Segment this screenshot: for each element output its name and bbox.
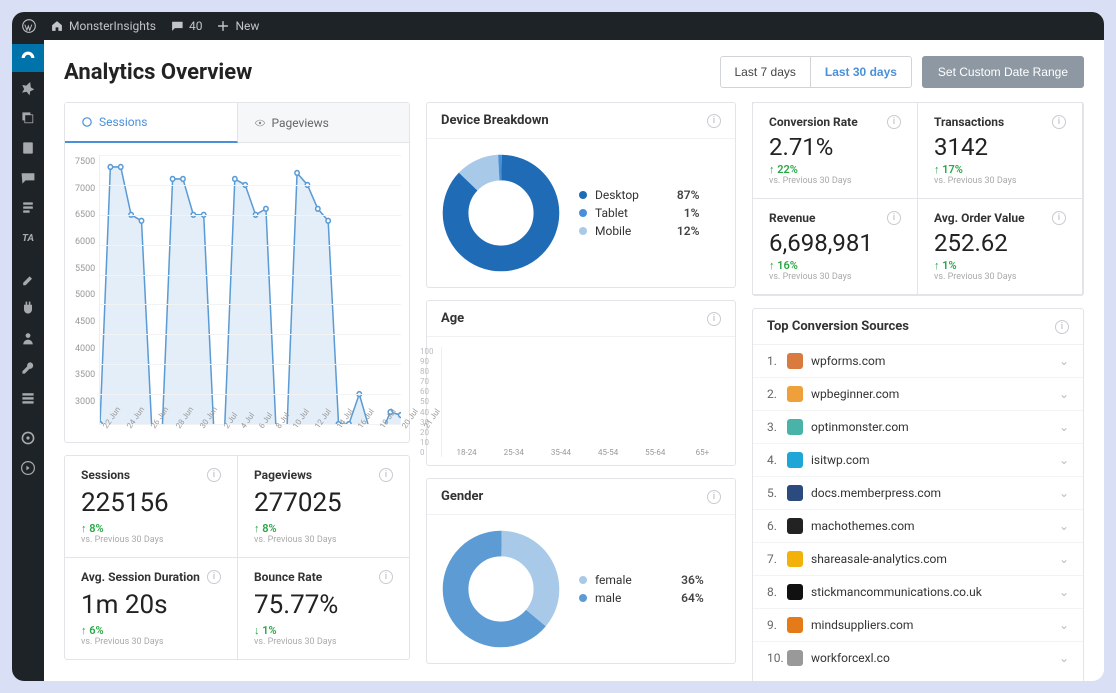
- info-icon[interactable]: i: [1052, 211, 1066, 225]
- date-range-segmented: Last 7 days Last 30 days: [720, 56, 912, 88]
- main-content: Analytics Overview Last 7 days Last 30 d…: [44, 40, 1104, 681]
- sidebar-item-tools[interactable]: [12, 354, 44, 382]
- wp-logo[interactable]: [22, 19, 36, 33]
- chevron-down-icon: ⌄: [1059, 354, 1069, 368]
- sidebar-item-plugins[interactable]: [12, 294, 44, 322]
- metrics-grid: Conversion Ratei 2.71% ↑ 22% vs. Previou…: [752, 102, 1084, 296]
- comments-link[interactable]: 40: [170, 19, 203, 33]
- info-icon[interactable]: i: [887, 211, 901, 225]
- sources-card: Top Conversion Sourcesi 1.wpforms.com⌄2.…: [752, 308, 1084, 681]
- sidebar-item-ta[interactable]: TA: [12, 224, 44, 252]
- info-icon[interactable]: i: [707, 490, 721, 504]
- chevron-down-icon: ⌄: [1059, 552, 1069, 566]
- tab-pageviews[interactable]: Pageviews: [238, 103, 410, 143]
- sidebar-item-dashboard[interactable]: [12, 44, 44, 72]
- info-icon[interactable]: i: [379, 468, 393, 482]
- site-name: MonsterInsights: [69, 19, 156, 33]
- info-icon[interactable]: i: [707, 312, 721, 326]
- set-custom-range-button[interactable]: Set Custom Date Range: [922, 56, 1084, 88]
- source-row[interactable]: 9.mindsuppliers.com⌄: [753, 608, 1083, 641]
- wp-sidebar: TA: [12, 40, 44, 681]
- age-card: Agei 1009080706050403020100 18-2425-3435…: [426, 300, 736, 466]
- source-row[interactable]: 3.optinmonster.com⌄: [753, 410, 1083, 443]
- sidebar-item-insights[interactable]: [12, 424, 44, 452]
- sidebar-item-pin[interactable]: [12, 74, 44, 102]
- source-row[interactable]: 2.wpbeginner.com⌄: [753, 377, 1083, 410]
- gender-card: Genderi female36%male64%: [426, 478, 736, 664]
- sessions-line-chart: 7500700065006000550050004500400035003000: [73, 155, 401, 425]
- eye-icon: [254, 117, 266, 129]
- new-link[interactable]: New: [216, 19, 259, 33]
- chevron-down-icon: ⌄: [1059, 519, 1069, 533]
- wp-admin-bar: MonsterInsights 40 New: [12, 12, 1104, 40]
- sessions-icon: [81, 116, 93, 128]
- metric-revenue: Revenuei 6,698,981 ↑ 16% vs. Previous 30…: [752, 198, 918, 295]
- age-bar-chart: 1009080706050403020100 18-2425-3435-4445…: [441, 347, 721, 457]
- source-row[interactable]: 4.isitwp.com⌄: [753, 443, 1083, 476]
- chevron-down-icon: ⌄: [1059, 387, 1069, 401]
- info-icon[interactable]: i: [207, 468, 221, 482]
- sidebar-item-comments[interactable]: [12, 164, 44, 192]
- device-card: Device Breakdowni Desktop87%Tablet1%Mobi…: [426, 102, 736, 288]
- date-last-7[interactable]: Last 7 days: [721, 57, 810, 87]
- metric-transactions: Transactionsi 3142 ↑ 17% vs. Previous 30…: [917, 102, 1083, 199]
- source-row[interactable]: 6.machothemes.com⌄: [753, 509, 1083, 542]
- chevron-down-icon: ⌄: [1059, 651, 1069, 665]
- chevron-down-icon: ⌄: [1059, 585, 1069, 599]
- stat-pageviews: Pageviewsi 277025 ↑ 8% vs. Previous 30 D…: [237, 456, 409, 557]
- sidebar-item-users[interactable]: [12, 324, 44, 352]
- sidebar-item-appearance[interactable]: [12, 264, 44, 292]
- gender-donut-chart: [441, 529, 561, 649]
- info-icon[interactable]: i: [207, 570, 221, 584]
- page-title: Analytics Overview: [64, 60, 252, 85]
- info-icon[interactable]: i: [379, 570, 393, 584]
- info-icon[interactable]: i: [887, 115, 901, 129]
- source-row[interactable]: 8.stickmancommunications.co.uk⌄: [753, 575, 1083, 608]
- source-row[interactable]: 5.docs.memberpress.com⌄: [753, 476, 1083, 509]
- chevron-down-icon: ⌄: [1059, 486, 1069, 500]
- chevron-down-icon: ⌄: [1059, 420, 1069, 434]
- plus-icon: [216, 19, 230, 33]
- comment-icon: [170, 19, 184, 33]
- traffic-card: Sessions Pageviews 750070006500600055005…: [64, 102, 410, 443]
- chevron-down-icon: ⌄: [1059, 453, 1069, 467]
- date-last-30[interactable]: Last 30 days: [810, 57, 911, 87]
- metric-conversion: Conversion Ratei 2.71% ↑ 22% vs. Previou…: [752, 102, 918, 199]
- site-link[interactable]: MonsterInsights: [50, 19, 156, 33]
- metric-aov: Avg. Order Valuei 252.62 ↑ 1% vs. Previo…: [917, 198, 1083, 295]
- info-icon[interactable]: i: [1055, 320, 1069, 334]
- source-row[interactable]: 7.shareasale-analytics.com⌄: [753, 542, 1083, 575]
- stat-sessions: Sessionsi 225156 ↑ 8% vs. Previous 30 Da…: [65, 456, 237, 557]
- stat-bounce: Bounce Ratei 75.77% ↓ 1% vs. Previous 30…: [237, 557, 409, 659]
- sidebar-item-pages[interactable]: [12, 134, 44, 162]
- stats-grid: Sessionsi 225156 ↑ 8% vs. Previous 30 Da…: [64, 455, 410, 660]
- info-icon[interactable]: i: [1052, 115, 1066, 129]
- sidebar-item-forms[interactable]: [12, 194, 44, 222]
- comment-count: 40: [189, 19, 203, 33]
- tab-sessions[interactable]: Sessions: [65, 103, 238, 143]
- source-row[interactable]: 1.wpforms.com⌄: [753, 345, 1083, 377]
- new-label: New: [235, 19, 259, 33]
- device-donut-chart: [441, 153, 561, 273]
- home-icon: [50, 19, 64, 33]
- chevron-down-icon: ⌄: [1059, 618, 1069, 632]
- stat-avg-session: Avg. Session Durationi 1m 20s ↑ 6% vs. P…: [65, 557, 237, 659]
- sidebar-item-media[interactable]: [12, 104, 44, 132]
- sidebar-item-settings[interactable]: [12, 384, 44, 412]
- source-row[interactable]: 10.workforcexl.co⌄: [753, 641, 1083, 674]
- info-icon[interactable]: i: [707, 114, 721, 128]
- sidebar-item-collapse[interactable]: [12, 454, 44, 482]
